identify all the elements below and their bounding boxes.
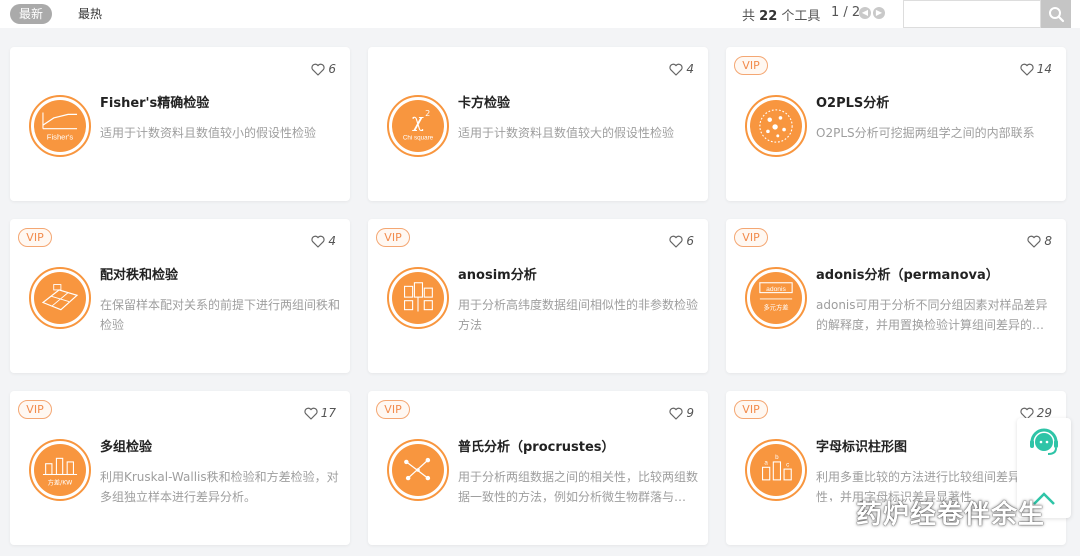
like-count: 9 (686, 406, 694, 420)
svg-text:a: a (764, 460, 768, 467)
total-suffix: 个工具 (781, 9, 821, 24)
fisher-icon: Fisher's (29, 95, 91, 157)
tool-description: 利用Kruskal-Wallis秩和检验和方差检验，对多组独立样本进行差异分析。 (100, 470, 339, 504)
like-count: 14 (1036, 62, 1052, 76)
headset-icon (1030, 428, 1058, 455)
tool-title[interactable]: O2PLS分析 (816, 92, 889, 111)
tool-description: 在保留样本配对关系的前提下进行两组间秩和检验 (100, 298, 340, 332)
total-number: 22 (759, 9, 778, 24)
tool-card[interactable]: 4 χ 2 Chi square 卡方检验 适用于计数资料且数值较大的假设性检验 (368, 47, 708, 201)
like-count: 6 (328, 62, 336, 76)
total-prefix: 共 (742, 9, 756, 24)
tool-title[interactable]: 卡方检验 (458, 92, 510, 111)
like-button[interactable]: 6 (669, 234, 694, 248)
letter-bar-icon: a b c (745, 439, 807, 501)
heart-icon (669, 407, 683, 420)
sort-hot-tab[interactable]: 最热 (70, 4, 110, 24)
vip-badge: VIP (18, 228, 52, 247)
o2pls-icon (745, 95, 807, 157)
heart-icon (304, 407, 318, 420)
sort-latest-tab[interactable]: 最新 (10, 4, 52, 24)
chevron-left-icon: ◀ (861, 8, 869, 17)
icon-label-2: 多元方差 (763, 303, 788, 312)
heart-icon (311, 235, 325, 248)
tool-title[interactable]: anosim分析 (458, 264, 537, 283)
tool-title[interactable]: 多组检验 (100, 436, 152, 455)
like-button[interactable]: 8 (1027, 234, 1052, 248)
svg-text:χ: χ (412, 109, 424, 132)
tool-description: 用于分析高纬度数据组间相似性的非参数检验方法 (458, 298, 698, 332)
like-count: 8 (1044, 234, 1052, 248)
adonis-icon: adonis 多元方差 (745, 267, 807, 329)
heart-icon (669, 63, 683, 76)
like-count: 17 (320, 406, 336, 420)
like-count: 4 (328, 234, 336, 248)
next-page-button[interactable]: ▶ (873, 7, 885, 19)
svg-text:c: c (786, 461, 789, 468)
tool-description: O2PLS分析可挖掘两组学之间的内部联系 (816, 126, 1035, 140)
tool-card[interactable]: 6 Fisher's Fisher's精确检验 适用于计数资料且数值较小的假设性… (10, 47, 350, 201)
customer-service-button[interactable] (1017, 418, 1071, 468)
like-button[interactable]: 4 (311, 234, 336, 248)
wechat-logo-icon (815, 501, 849, 525)
tool-title[interactable]: Fisher's精确检验 (100, 92, 209, 111)
toolbar: 最新 最热 共 22 个工具 1 / 2 ◀ ▶ (0, 0, 1080, 28)
page-indicator: 1 / 2 (831, 5, 861, 20)
tool-description: 适用于计数资料且数值较大的假设性检验 (458, 126, 675, 140)
chi-square-icon: χ 2 Chi square (387, 95, 449, 157)
tool-title[interactable]: adonis分析（permanova） (816, 264, 999, 283)
tool-card[interactable]: VIP 14 O2PLS分析 O2PLS分析可挖掘两组学之间的内部联系 (726, 47, 1066, 201)
svg-text:b: b (775, 454, 779, 461)
watermark-text: 药炉经卷伴余生 (856, 500, 1046, 530)
prev-page-button[interactable]: ◀ (859, 7, 871, 19)
total-count: 共 22 个工具 (742, 5, 820, 24)
paired-rank-icon (29, 267, 91, 329)
tool-card[interactable]: VIP 17 方差/KW 多组检验 利用Kruskal-Wallis秩和检验和方… (10, 391, 350, 545)
like-button[interactable]: 17 (304, 406, 336, 420)
tool-description: adonis可用于分析不同分组因素对样品差异的解释度，并用置换检验计算组间差异的… (816, 298, 1056, 332)
icon-label: adonis (766, 286, 786, 293)
anosim-icon (387, 267, 449, 329)
tool-card[interactable]: VIP 6 anosim分析 用于分析高纬度数据组间相似性的非参数检验方法 (368, 219, 708, 373)
tool-title[interactable]: 配对秩和检验 (100, 264, 178, 283)
svg-text:2: 2 (425, 109, 430, 118)
tool-title[interactable]: 字母标识柱形图 (816, 436, 907, 455)
chevron-right-icon: ▶ (875, 8, 883, 17)
tool-description: 用于分析两组数据之间的相关性，比较两组数据一致性的方法，例如分析微生物群落与环境… (458, 470, 698, 504)
heart-icon (669, 235, 683, 248)
icon-label: Fisher's (47, 132, 74, 141)
like-button[interactable]: 4 (669, 62, 694, 76)
like-count: 6 (686, 234, 694, 248)
search-input[interactable] (903, 0, 1041, 28)
heart-icon (1027, 235, 1041, 248)
multi-group-icon: 方差/KW (29, 439, 91, 501)
vip-badge: VIP (18, 400, 52, 419)
tool-card[interactable]: VIP 9 普氏分析（procrustes） 用于分析两组数据之间的相关性，比较… (368, 391, 708, 545)
heart-icon (311, 63, 325, 76)
tool-title[interactable]: 普氏分析（procrustes） (458, 436, 615, 455)
procrustes-icon (387, 439, 449, 501)
vip-badge: VIP (376, 400, 410, 419)
like-count: 4 (686, 62, 694, 76)
like-button[interactable]: 9 (669, 406, 694, 420)
icon-label: 方差/KW (48, 477, 73, 486)
icon-label: Chi square (403, 134, 434, 141)
like-button[interactable]: 14 (1020, 62, 1052, 76)
heart-icon (1020, 63, 1034, 76)
vip-badge: VIP (734, 228, 768, 247)
vip-badge: VIP (376, 228, 410, 247)
vip-badge: VIP (734, 56, 768, 75)
like-button[interactable]: 6 (311, 62, 336, 76)
search-button[interactable] (1041, 0, 1071, 28)
search-icon (1049, 7, 1065, 23)
tool-description: 适用于计数资料且数值较小的假设性检验 (100, 126, 317, 140)
tool-card[interactable]: VIP 4 配对秩和检验 在保留样本配对关系的前提下进行两组间秩和检验 (10, 219, 350, 373)
vip-badge: VIP (734, 400, 768, 419)
tool-card[interactable]: VIP 8 adonis 多元方差 adonis分析（permanova） ad… (726, 219, 1066, 373)
